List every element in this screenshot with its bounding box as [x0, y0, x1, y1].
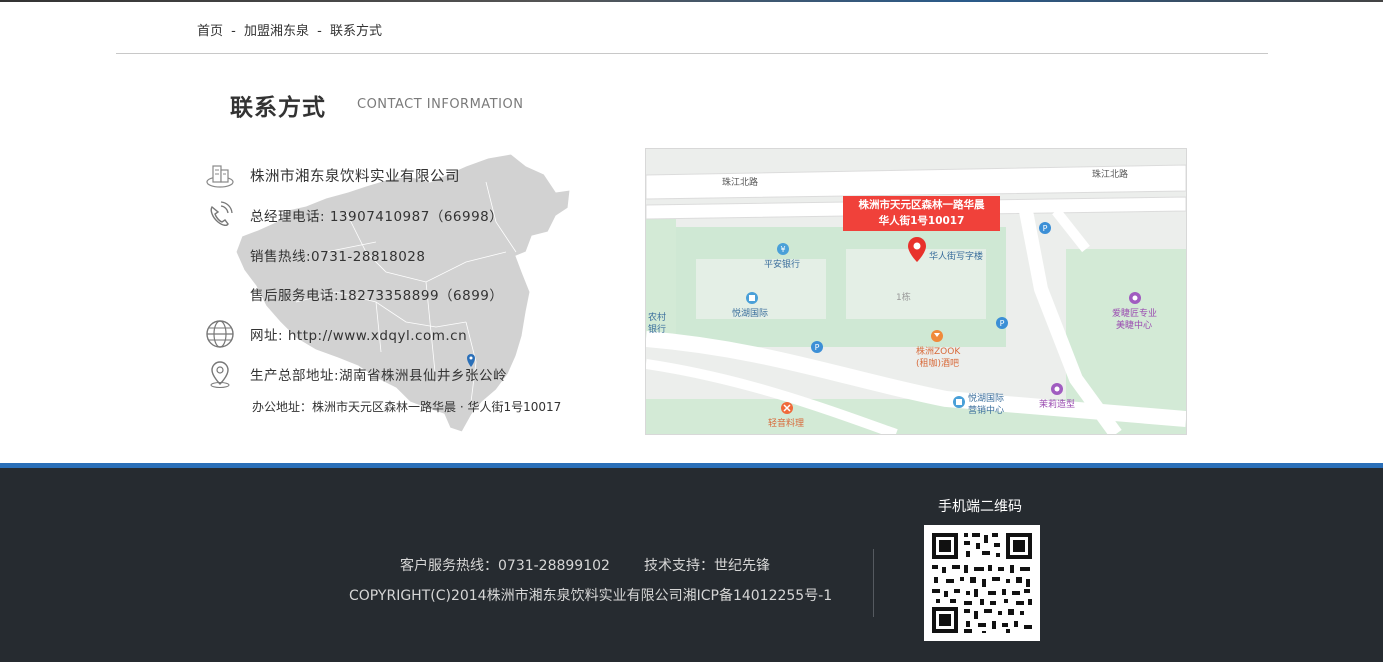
svg-text:¥: ¥ — [780, 245, 785, 254]
building-poi-icon — [746, 292, 758, 304]
bank-icon: ¥ — [777, 243, 789, 255]
phone-icon — [210, 201, 233, 227]
globe-icon — [206, 320, 234, 348]
beauty-icon — [1051, 383, 1063, 395]
qr-code-icon — [924, 525, 1040, 641]
sales-hotline: 销售热线:0731-28818028 — [250, 249, 426, 265]
breadcrumb-separator: - — [317, 24, 322, 39]
poi-label: 轻音料理 — [768, 419, 805, 429]
svg-text:P: P — [1000, 319, 1005, 328]
breadcrumb-contact[interactable]: 联系方式 — [330, 24, 382, 39]
road-label: 珠江北路 — [722, 178, 759, 188]
parking-icon: P — [996, 317, 1008, 329]
svg-text:P: P — [1043, 224, 1048, 233]
building-icon — [206, 165, 234, 188]
website-link[interactable]: 网址: http://www.xdqyl.com.cn — [250, 324, 467, 344]
breadcrumb-join[interactable]: 加盟湘东泉 — [244, 24, 309, 39]
road-label: 珠江北路 — [1092, 170, 1129, 180]
company-name: 株洲市湘东泉饮料实业有限公司 — [250, 169, 460, 185]
breadcrumb-separator: - — [231, 24, 236, 39]
breadcrumb-divider — [116, 53, 1268, 54]
building-poi-icon — [953, 396, 965, 408]
poi-label: 平安银行 — [764, 260, 801, 270]
hq-address: 生产总部地址:湖南省株洲县仙井乡张公岭 — [250, 368, 508, 384]
breadcrumb: 首页 - 加盟湘东泉 - 联系方式 — [197, 20, 382, 39]
location-map[interactable]: 珠江北路 珠江北路 平安银行 华人街写字楼 悦湖国际 农村 银行 1栋 株洲ZO… — [645, 148, 1187, 435]
poi-label: 美睫中心 — [1116, 321, 1153, 331]
svg-text:P: P — [815, 343, 820, 352]
footer-tech-support: 技术支持：世纪先锋 — [644, 558, 770, 574]
office-address: 办公地址：株洲市天元区森林一路华晨 · 华人街1号10017 — [252, 400, 562, 414]
location-icon — [210, 361, 230, 388]
parking-icon: P — [1039, 222, 1051, 234]
poi-label: 茉莉造型 — [1039, 400, 1076, 410]
poi-label: 银行 — [648, 325, 667, 335]
restaurant-icon — [781, 402, 793, 414]
poi-label: 悦湖国际 — [732, 309, 769, 319]
beauty-icon — [1129, 292, 1141, 304]
top-strip — [0, 0, 1383, 2]
map-popup-line1: 株洲市天元区森林一路华晨 — [858, 199, 985, 211]
map-roads — [646, 149, 1186, 434]
poi-label: 华人街写字楼 — [929, 252, 984, 262]
section-title: 联系方式 — [230, 95, 326, 121]
footer-divider — [873, 549, 874, 617]
poi-label: 1栋 — [896, 293, 911, 303]
footer-accent-line — [0, 463, 1383, 468]
qr-title: 手机端二维码 — [938, 499, 1022, 515]
bar-icon — [931, 330, 943, 342]
section-subtitle: CONTACT INFORMATION — [357, 97, 524, 112]
poi-label: 营销中心 — [968, 406, 1005, 416]
parking-icon: P — [811, 341, 823, 353]
footer-copyright: COPYRIGHT(C)2014株洲市湘东泉饮料实业有限公司湘ICP备14012… — [349, 588, 833, 604]
footer-hotline: 客户服务热线：0731-28899102 — [400, 558, 610, 574]
map-popup-line2: 华人街1号10017 — [878, 215, 965, 227]
after-sales-phone: 售后服务电话:18273358899（6899） — [250, 288, 504, 304]
map-popup: 株洲市天元区森林一路华晨 华人街1号10017 — [843, 196, 1000, 231]
footer: 客户服务热线：0731-28899102 技术支持：世纪先锋 COPYRIGHT… — [0, 463, 1383, 662]
poi-label: (租咖)酒吧 — [916, 359, 960, 369]
manager-phone: 总经理电话: 13907410987（66998） — [250, 209, 504, 225]
map-marker-icon[interactable] — [907, 236, 927, 264]
breadcrumb-home[interactable]: 首页 — [197, 24, 223, 39]
